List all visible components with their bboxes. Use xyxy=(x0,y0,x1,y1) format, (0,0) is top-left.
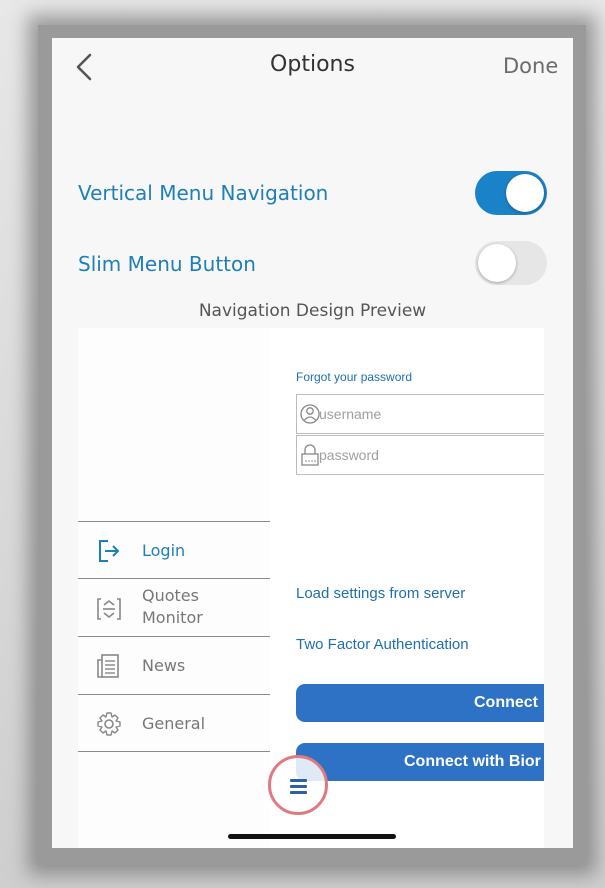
username-placeholder: username xyxy=(319,406,382,422)
news-icon xyxy=(96,651,122,681)
home-indicator[interactable] xyxy=(228,834,396,839)
sidebar-item-login[interactable]: Login xyxy=(78,521,270,579)
done-button[interactable]: Done xyxy=(493,54,573,78)
sidebar-item-label: Login xyxy=(142,541,186,560)
login-icon xyxy=(96,536,122,566)
toggle-knob xyxy=(478,244,516,282)
navigation-preview: Login Quotes Monitor News General Forgot… xyxy=(78,328,544,848)
sidebar-item-label: News xyxy=(142,656,186,675)
hamburger-menu-icon xyxy=(290,779,307,797)
quotes-monitor-icon xyxy=(96,593,122,623)
two-factor-link[interactable]: Two Factor Authentication xyxy=(296,636,469,653)
preview-sidebar: Login Quotes Monitor News General xyxy=(78,328,270,848)
slim-menu-button-label: Slim Menu Button xyxy=(78,252,256,276)
toggle-knob xyxy=(506,174,544,212)
slim-menu-button-toggle[interactable] xyxy=(475,241,547,285)
password-placeholder: password xyxy=(319,447,379,463)
sidebar-item-general[interactable]: General xyxy=(78,694,270,752)
sidebar-item-news[interactable]: News xyxy=(78,636,270,694)
gear-icon xyxy=(96,709,122,739)
user-icon xyxy=(300,402,320,426)
slim-menu-button[interactable] xyxy=(268,755,328,815)
sidebar-item-label: Quotes Monitor xyxy=(142,586,203,627)
load-settings-link[interactable]: Load settings from server xyxy=(296,585,465,602)
preview-caption: Navigation Design Preview xyxy=(198,301,427,321)
forgot-password-link[interactable]: Forgot your password xyxy=(296,370,412,384)
vertical-menu-navigation-label: Vertical Menu Navigation xyxy=(78,181,329,205)
password-field[interactable]: password xyxy=(296,435,544,475)
options-screen: Options Done Vertical Menu Navigation Sl… xyxy=(52,38,573,848)
connect-button[interactable]: Connect xyxy=(296,684,544,722)
sidebar-item-label: General xyxy=(142,714,206,733)
vertical-menu-navigation-toggle[interactable] xyxy=(475,171,547,215)
username-field[interactable]: username xyxy=(296,394,544,434)
lock-icon xyxy=(300,443,320,467)
connect-biometric-button[interactable]: Connect with Bior xyxy=(296,743,544,781)
sidebar-item-quotes-monitor[interactable]: Quotes Monitor xyxy=(78,578,270,636)
